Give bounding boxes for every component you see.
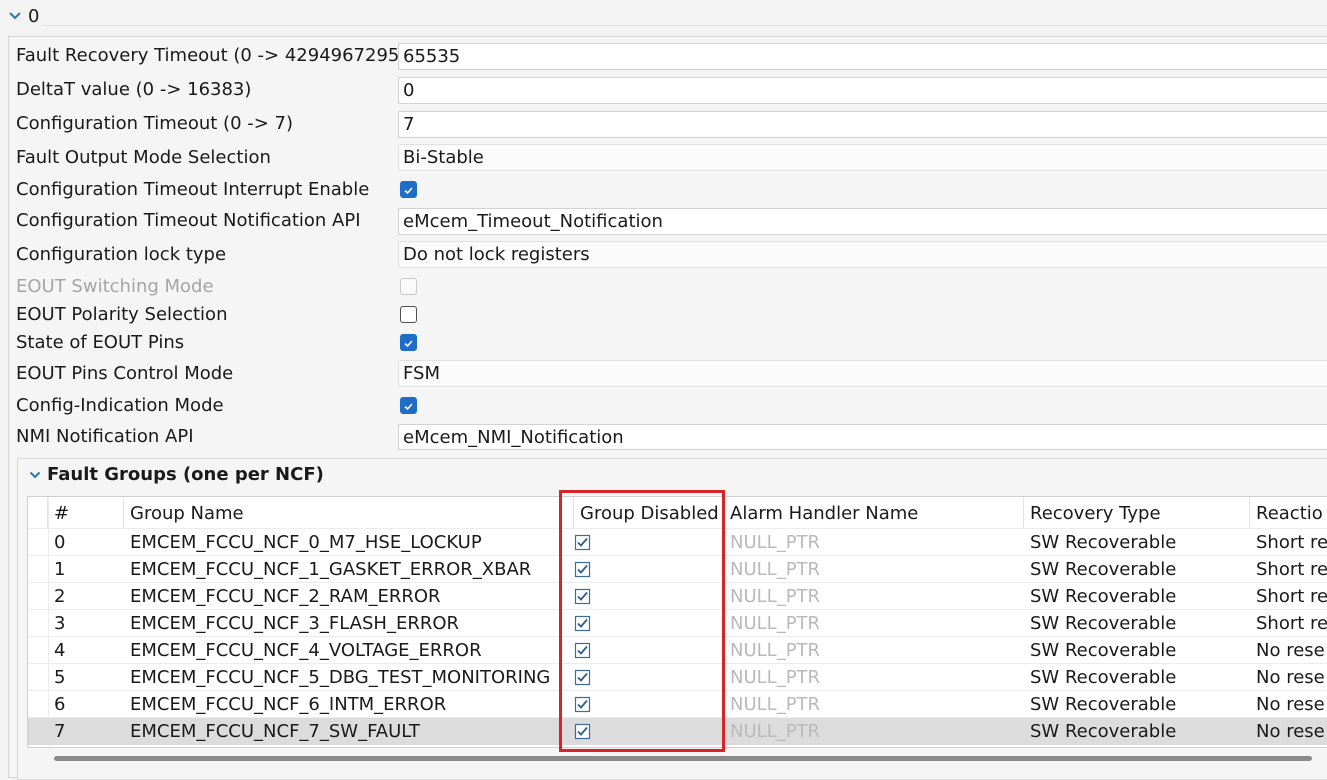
- column-header-alarm-handler[interactable]: Alarm Handler Name: [724, 497, 1024, 528]
- node-title: 0: [28, 6, 40, 27]
- nmi-notification-api-label: NMI Notification API: [16, 426, 194, 447]
- eout-polarity-selection-checkbox[interactable]: [400, 306, 417, 323]
- row-recovery-type[interactable]: SW Recoverable: [1024, 691, 1250, 718]
- row-alarm-handler[interactable]: NULL_PTR: [724, 610, 1024, 637]
- row-reaction[interactable]: No rese: [1250, 691, 1327, 718]
- fault-groups-title: Fault Groups (one per NCF): [47, 464, 324, 485]
- row-index: 1: [54, 559, 66, 580]
- config-indication-mode-checkbox[interactable]: [400, 397, 417, 414]
- row-reaction[interactable]: No rese: [1250, 664, 1327, 691]
- eout-switching-mode-label: EOUT Switching Mode: [16, 276, 214, 297]
- row-alarm-handler[interactable]: NULL_PTR: [724, 637, 1024, 664]
- row-reaction[interactable]: No rese: [1250, 637, 1327, 664]
- row-recovery-type[interactable]: SW Recoverable: [1024, 664, 1250, 691]
- highlight-box: [559, 490, 725, 752]
- state-of-eout-pins-label: State of EOUT Pins: [16, 332, 185, 353]
- row-alarm-handler[interactable]: NULL_PTR: [724, 583, 1024, 610]
- row-group-name[interactable]: EMCEM_FCCU_NCF_4_VOLTAGE_ERROR: [124, 637, 574, 664]
- configuration-lock-type-select[interactable]: Do not lock registers: [398, 241, 1327, 268]
- row-recovery-type[interactable]: SW Recoverable: [1024, 583, 1250, 610]
- config-timeout-notification-input[interactable]: eMcem_Timeout_Notification: [398, 208, 1327, 235]
- column-header-reaction[interactable]: Reactio: [1250, 497, 1327, 528]
- chevron-down-icon[interactable]: [29, 469, 41, 481]
- state-of-eout-pins-checkbox[interactable]: [400, 334, 417, 351]
- row-alarm-handler[interactable]: NULL_PTR: [724, 529, 1024, 556]
- row-alarm-handler[interactable]: NULL_PTR: [724, 718, 1024, 745]
- configuration-timeout-input[interactable]: 7: [398, 111, 1327, 138]
- nmi-notification-api-input[interactable]: eMcem_NMI_Notification: [398, 424, 1327, 450]
- row-reaction[interactable]: Short re: [1250, 529, 1327, 556]
- column-header-group-name[interactable]: Group Name: [124, 497, 574, 528]
- horizontal-scrollbar[interactable]: [54, 756, 1312, 761]
- row-reaction[interactable]: Short re: [1250, 583, 1327, 610]
- row-group-name[interactable]: EMCEM_FCCU_NCF_7_SW_FAULT: [124, 718, 574, 745]
- check-icon: [404, 187, 413, 195]
- column-header-index[interactable]: #: [48, 497, 124, 528]
- chevron-down-icon[interactable]: [8, 9, 22, 23]
- eout-pins-control-mode-label: EOUT Pins Control Mode: [16, 363, 234, 384]
- row-recovery-type[interactable]: SW Recoverable: [1024, 718, 1250, 745]
- config-indication-mode-label: Config-Indication Mode: [16, 395, 224, 416]
- row-alarm-handler[interactable]: NULL_PTR: [724, 691, 1024, 718]
- eout-switching-mode-checkbox: [400, 278, 417, 295]
- row-reaction[interactable]: Short re: [1250, 556, 1327, 583]
- row-index: 4: [54, 640, 66, 661]
- config-timeout-interrupt-checkbox[interactable]: [400, 181, 417, 198]
- divider: [42, 25, 1327, 26]
- eout-polarity-selection-label: EOUT Polarity Selection: [16, 304, 228, 325]
- row-recovery-type[interactable]: SW Recoverable: [1024, 610, 1250, 637]
- row-index: 2: [54, 586, 66, 607]
- fault-recovery-timeout-label: Fault Recovery Timeout (0 -> 4294967295): [16, 45, 407, 66]
- row-recovery-type[interactable]: SW Recoverable: [1024, 529, 1250, 556]
- row-group-name[interactable]: EMCEM_FCCU_NCF_2_RAM_ERROR: [124, 583, 574, 610]
- eout-pins-control-mode-select[interactable]: FSM: [398, 360, 1327, 387]
- row-index: 5: [54, 667, 66, 688]
- configuration-timeout-label: Configuration Timeout (0 -> 7): [16, 113, 294, 134]
- row-index: 3: [54, 613, 66, 634]
- row-index: 7: [54, 721, 66, 742]
- row-group-name[interactable]: EMCEM_FCCU_NCF_5_DBG_TEST_MONITORING: [124, 664, 574, 691]
- deltat-value-input[interactable]: 0: [398, 77, 1327, 104]
- row-reaction[interactable]: No rese: [1250, 718, 1327, 745]
- row-group-name[interactable]: EMCEM_FCCU_NCF_6_INTM_ERROR: [124, 691, 574, 718]
- row-group-name[interactable]: EMCEM_FCCU_NCF_0_M7_HSE_LOCKUP: [124, 529, 574, 556]
- row-index: 6: [54, 694, 66, 715]
- row-recovery-type[interactable]: SW Recoverable: [1024, 556, 1250, 583]
- config-timeout-notification-label: Configuration Timeout Notification API: [16, 210, 361, 231]
- check-icon: [404, 403, 413, 411]
- row-alarm-handler[interactable]: NULL_PTR: [724, 556, 1024, 583]
- fault-recovery-timeout-input[interactable]: 65535: [398, 43, 1327, 70]
- row-header-spacer: [28, 497, 48, 528]
- row-index: 0: [54, 532, 66, 553]
- config-timeout-interrupt-label: Configuration Timeout Interrupt Enable: [16, 179, 370, 200]
- row-recovery-type[interactable]: SW Recoverable: [1024, 637, 1250, 664]
- fault-output-mode-select[interactable]: Bi-Stable: [398, 144, 1327, 171]
- row-reaction[interactable]: Short re: [1250, 610, 1327, 637]
- row-group-name[interactable]: EMCEM_FCCU_NCF_1_GASKET_ERROR_XBAR: [124, 556, 574, 583]
- check-icon: [404, 340, 413, 348]
- row-group-name[interactable]: EMCEM_FCCU_NCF_3_FLASH_ERROR: [124, 610, 574, 637]
- fault-output-mode-label: Fault Output Mode Selection: [16, 147, 271, 168]
- column-header-recovery-type[interactable]: Recovery Type: [1024, 497, 1250, 528]
- deltat-value-label: DeltaT value (0 -> 16383): [16, 79, 252, 100]
- row-alarm-handler[interactable]: NULL_PTR: [724, 664, 1024, 691]
- configuration-lock-type-label: Configuration lock type: [16, 244, 227, 265]
